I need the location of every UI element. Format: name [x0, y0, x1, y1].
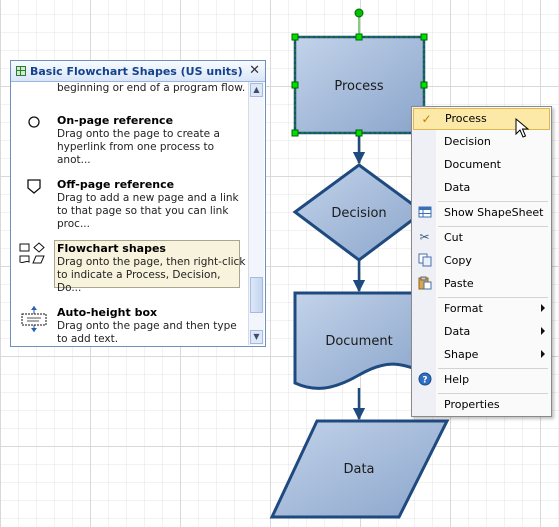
- process-shape[interactable]: Process: [293, 35, 426, 135]
- stencil-title: Basic Flowchart Shapes (US units): [30, 64, 243, 78]
- menu-item-label: Document: [444, 158, 501, 171]
- paste-icon: [417, 276, 432, 291]
- menu-item-label: Paste: [444, 277, 474, 290]
- document-label: Document: [325, 334, 392, 349]
- resize-handle-w[interactable]: [291, 81, 299, 89]
- menu-item-help[interactable]: ? Help: [412, 369, 551, 391]
- checkmark-icon: ✓: [421, 112, 432, 126]
- menu-item-label: Copy: [444, 254, 472, 267]
- submenu-arrow-icon: [541, 304, 545, 312]
- document-shape[interactable]: Document: [293, 291, 425, 390]
- resize-handle-sw[interactable]: [291, 129, 299, 137]
- resize-handle-ne[interactable]: [420, 33, 428, 41]
- stencil-item-on-page-reference[interactable]: On-page reference Drag onto the page to …: [11, 114, 249, 166]
- menu-item-properties[interactable]: Properties: [412, 394, 551, 416]
- data-label: Data: [343, 462, 374, 477]
- menu-item-data-submenu[interactable]: Data: [412, 321, 551, 343]
- decision-label: Decision: [331, 206, 386, 221]
- menu-item-format[interactable]: Format: [412, 298, 551, 320]
- stencil-item-desc: Drag to add a new page and a link to tha…: [57, 192, 239, 230]
- menu-item-label: Cut: [444, 231, 463, 244]
- rotation-handle[interactable]: [354, 8, 364, 18]
- stencil-window[interactable]: Basic Flowchart Shapes (US units) ✕ begi…: [10, 60, 266, 347]
- menu-item-label: Show ShapeSheet: [444, 206, 544, 219]
- menu-item-paste[interactable]: Paste: [412, 273, 551, 295]
- resize-handle-n[interactable]: [355, 33, 363, 41]
- close-icon[interactable]: ✕: [249, 63, 260, 78]
- resize-handle-s[interactable]: [355, 129, 363, 137]
- stencil-item-name: Flowchart shapes: [57, 242, 166, 255]
- menu-item-show-shapesheet[interactable]: Show ShapeSheet: [412, 202, 551, 224]
- stencil-item-auto-height-box[interactable]: Auto-height box Drag onto the page and t…: [11, 306, 249, 346]
- submenu-arrow-icon: [541, 350, 545, 358]
- stencil-item-off-page-reference[interactable]: Off-page reference Drag to add a new pag…: [11, 178, 249, 230]
- stencil-item-desc: Drag onto the page to create a hyperlink…: [57, 128, 220, 166]
- menu-item-copy[interactable]: Copy: [412, 250, 551, 272]
- menu-item-label: Data: [444, 325, 471, 338]
- shapesheet-icon: [417, 205, 432, 220]
- decision-shape[interactable]: Decision: [292, 163, 426, 262]
- menu-item-data[interactable]: Data: [412, 177, 551, 199]
- submenu-arrow-icon: [541, 327, 545, 335]
- mouse-cursor-icon: [515, 118, 530, 138]
- menu-item-label: Process: [445, 112, 487, 125]
- stencil-scrollbar[interactable]: ▲ ▼: [248, 82, 264, 345]
- svg-text:?: ?: [422, 376, 427, 386]
- stencil-item-name: Auto-height box: [57, 306, 158, 319]
- menu-item-label: Help: [444, 373, 470, 386]
- process-label: Process: [334, 79, 384, 94]
- menu-item-shape[interactable]: Shape: [412, 344, 551, 366]
- pentagon-down-icon: [27, 179, 41, 194]
- scroll-down-button[interactable]: ▼: [250, 330, 263, 344]
- stencil-item-terminator[interactable]: beginning or end of a program flow.: [11, 82, 249, 96]
- stencil-item-name: On-page reference: [57, 114, 174, 127]
- resize-handle-e[interactable]: [420, 81, 428, 89]
- menu-item-label: Shape: [444, 348, 479, 361]
- context-menu[interactable]: ✓ Process Decision Document Data Show Sh…: [411, 106, 552, 417]
- menu-item-cut[interactable]: ✂ Cut: [412, 227, 551, 249]
- stencil-item-desc: Drag onto the page and then type to add …: [57, 320, 237, 345]
- stencil-item-name: Off-page reference: [57, 178, 175, 191]
- stencil-item-flowchart-shapes[interactable]: Flowchart shapes Drag onto the page, the…: [11, 240, 249, 294]
- copy-icon: [417, 253, 432, 268]
- scroll-up-button[interactable]: ▲: [250, 83, 263, 97]
- stencil-item-desc: beginning or end of a program flow.: [57, 82, 246, 94]
- menu-item-label: Data: [444, 181, 471, 194]
- stencil-grid-icon: [16, 66, 26, 76]
- stencil-item-desc: Drag onto the page, then right-click to …: [57, 256, 246, 294]
- resize-handle-nw[interactable]: [291, 33, 299, 41]
- scroll-thumb[interactable]: [250, 277, 263, 313]
- stencil-shape-list[interactable]: beginning or end of a program flow. On-p…: [11, 82, 249, 346]
- menu-item-label: Format: [444, 302, 483, 315]
- flowchart-shapes-icon: [19, 242, 45, 264]
- stencil-title-bar[interactable]: Basic Flowchart Shapes (US units) ✕: [11, 61, 265, 82]
- help-icon: ?: [417, 372, 432, 387]
- auto-height-box-icon: [21, 306, 47, 332]
- menu-item-label: Properties: [444, 398, 500, 411]
- menu-item-document[interactable]: Document: [412, 154, 551, 176]
- circle-icon: [28, 116, 40, 128]
- scissors-icon: ✂: [419, 230, 430, 244]
- menu-item-label: Decision: [444, 135, 491, 148]
- data-shape[interactable]: Data: [269, 419, 450, 519]
